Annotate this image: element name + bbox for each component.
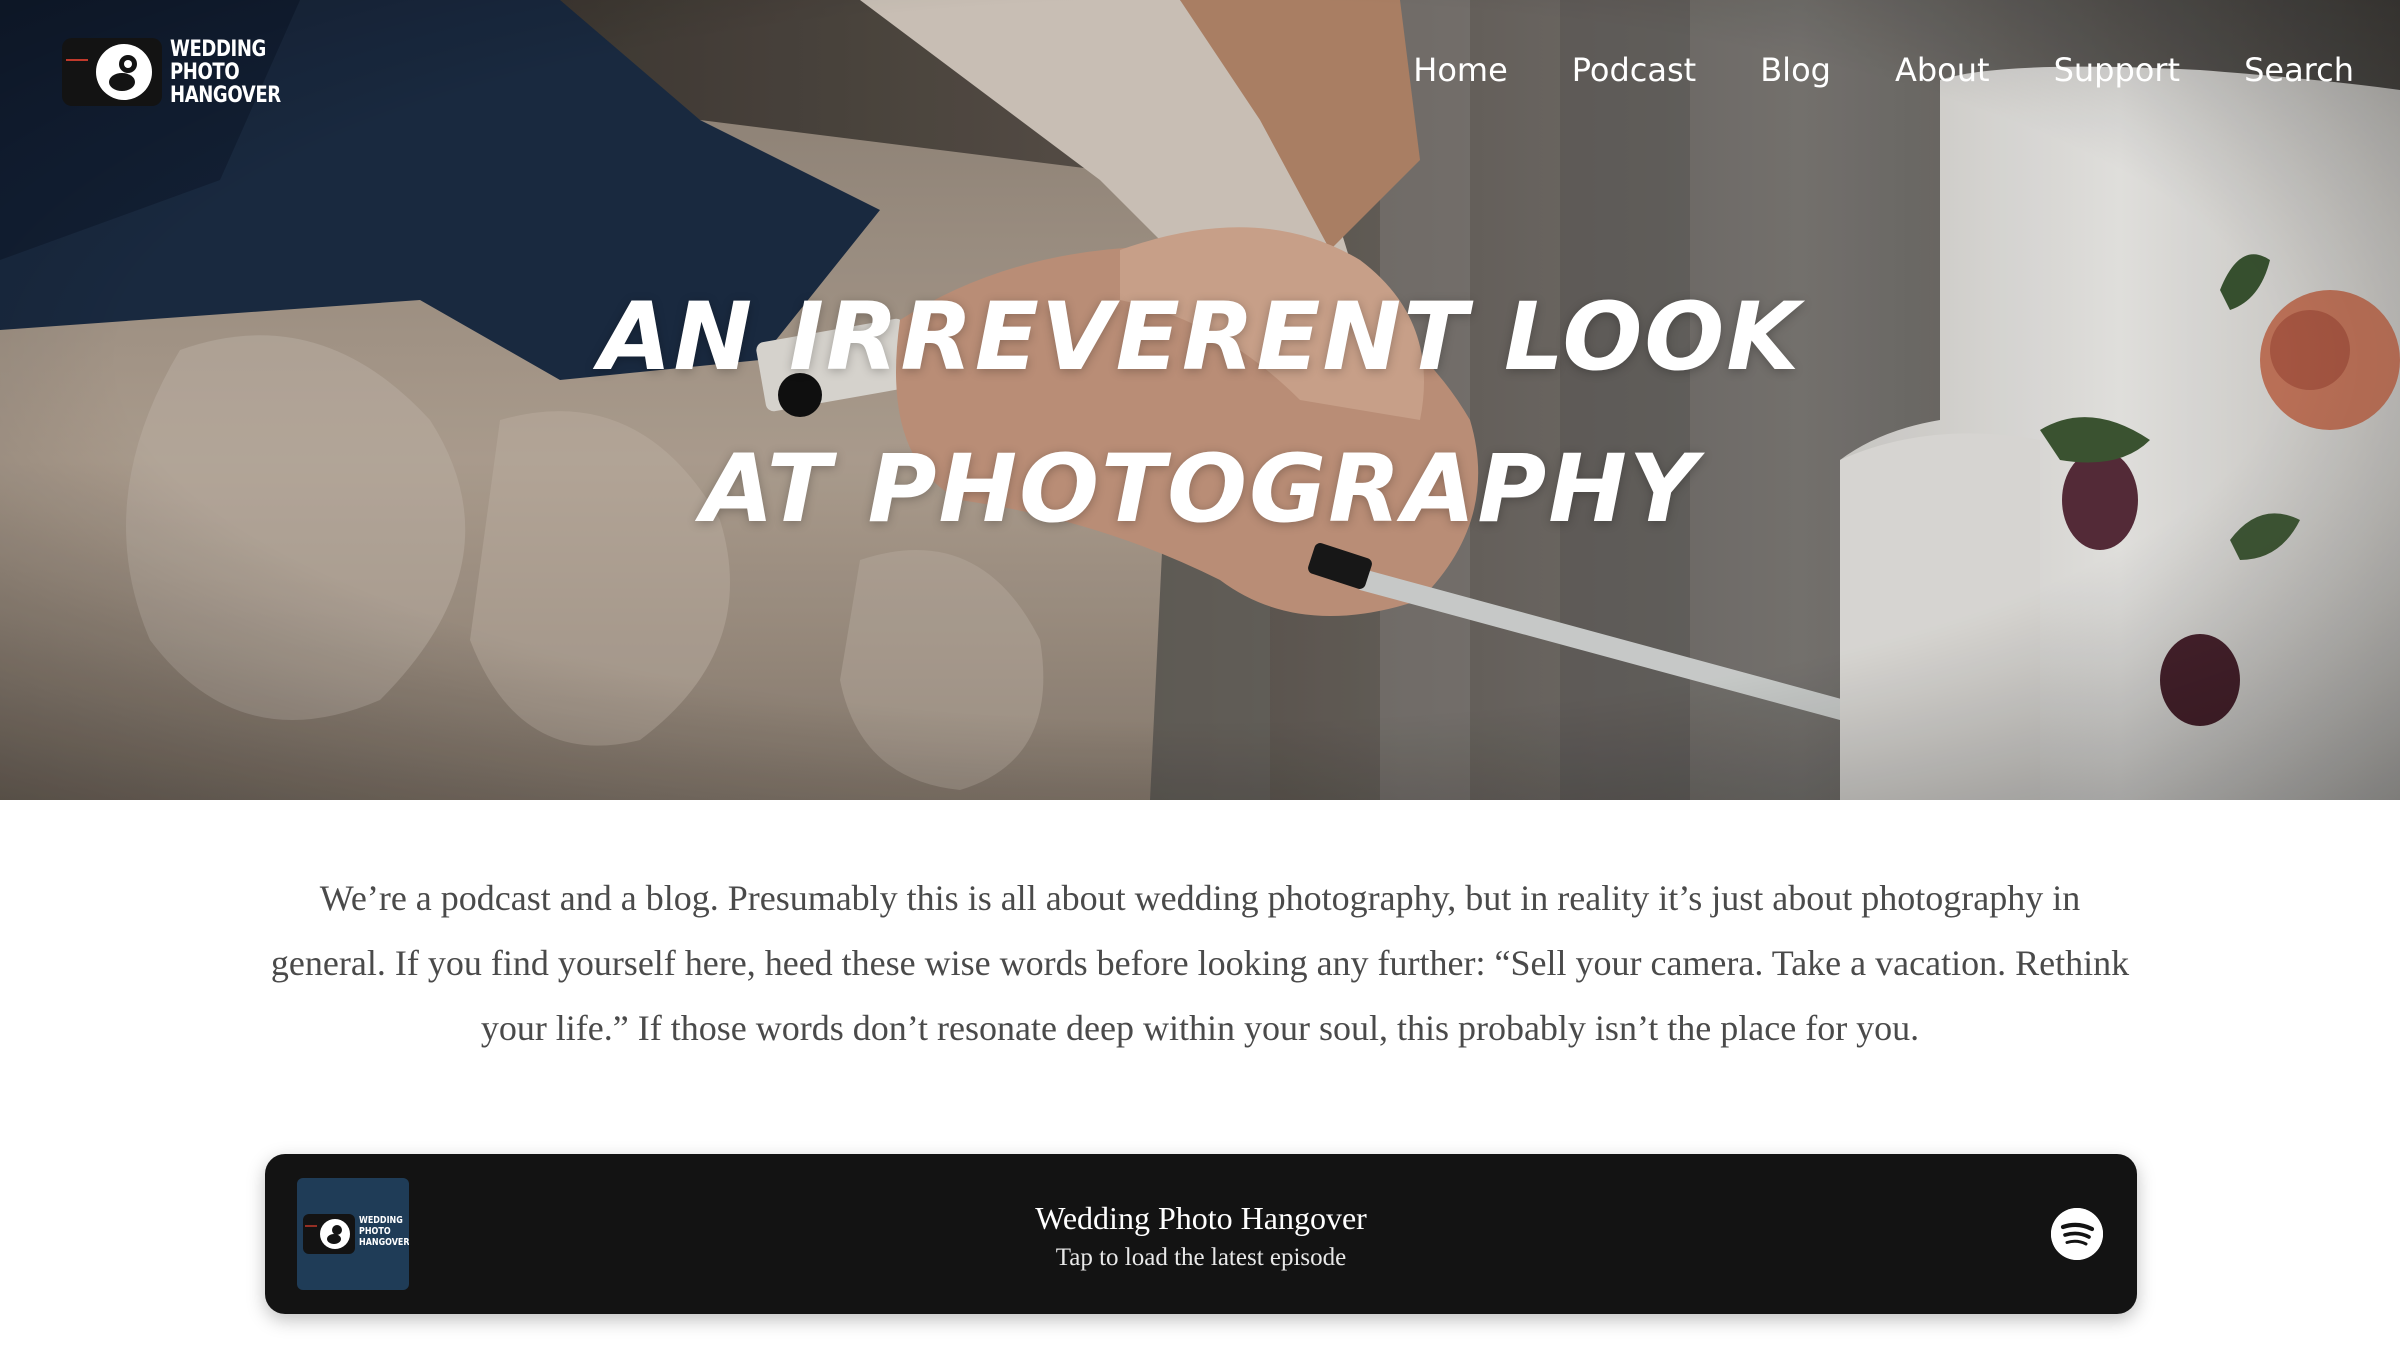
podcast-player[interactable]: WEDDING PHOTO HANGOVER Wedding Photo Han… <box>265 1154 2137 1314</box>
main-nav: Home Podcast Blog About Support Search <box>1349 46 2354 94</box>
hero-headline: AN IRREVERENT LOOK AT PHOTOGRAPHY <box>598 283 1802 544</box>
nav-home[interactable]: Home <box>1413 46 1508 94</box>
player-subtitle[interactable]: Tap to load the latest episode <box>265 1242 2137 1274</box>
nav-search[interactable]: Search <box>2244 46 2354 94</box>
hero-section: WEDDING PHOTO HANGOVER Home Podcast Blog… <box>0 0 2400 800</box>
spotify-icon[interactable] <box>2051 1208 2103 1260</box>
logo-line-1: WEDDING <box>170 36 266 62</box>
nav-about[interactable]: About <box>1895 46 1990 94</box>
logo-line-2: PHOTO <box>170 59 240 85</box>
nav-support[interactable]: Support <box>2054 46 2181 94</box>
nav-podcast[interactable]: Podcast <box>1572 46 1696 94</box>
camera-logo-icon <box>62 34 162 110</box>
logo-line-3: HANGOVER <box>170 82 281 108</box>
player-title: Wedding Photo Hangover <box>1035 1200 1367 1236</box>
nav-blog[interactable]: Blog <box>1760 46 1831 94</box>
logo-wordmark: WEDDING PHOTO HANGOVER <box>170 38 281 107</box>
site-logo[interactable]: WEDDING PHOTO HANGOVER <box>62 34 281 110</box>
intro-paragraph: We’re a podcast and a blog. Presumably t… <box>270 878 2130 1048</box>
